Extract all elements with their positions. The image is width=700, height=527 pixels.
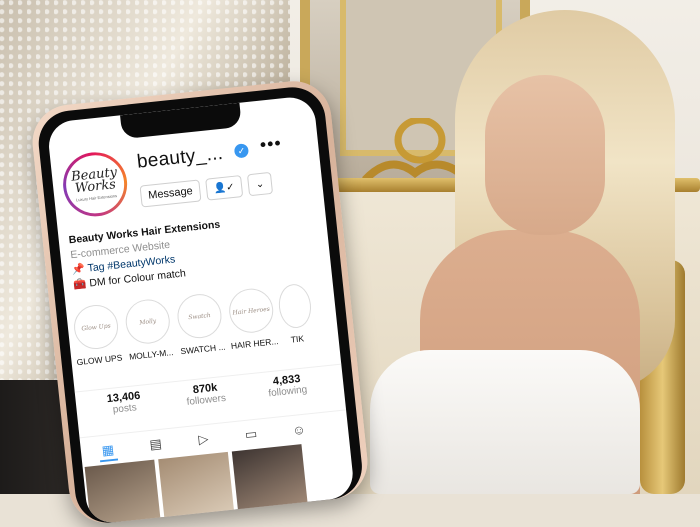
highlight-label: HAIR HER... [230,336,279,351]
highlight-cover: Molly [123,297,172,346]
highlight-tiktok[interactable]: TIK [276,282,314,346]
story-highlights: Glow Ups GLOW UPS Molly MOLLY-M... Swatc… [70,280,335,373]
highlight-cover [276,282,314,330]
highlight-cover-text: Glow Ups [81,321,112,333]
logo-wordmark: Beauty Works [70,164,118,196]
verified-badge-icon: ✓ [233,143,250,159]
highlight-glow-ups[interactable]: Glow Ups GLOW UPS [70,302,124,368]
grid-icon[interactable]: ▦ [98,440,119,463]
highlight-label: GLOW UPS [76,352,123,368]
suggested-dropdown-button[interactable]: ⌄ [246,171,274,197]
post-thumbnail[interactable] [231,444,310,525]
stat-following[interactable]: 4,833 following [246,370,328,401]
highlight-cover: Swatch [175,291,224,341]
igtv-icon[interactable]: ▭ [241,425,261,443]
stat-posts[interactable]: 13,406 posts [83,387,165,418]
post-thumbnail[interactable] [158,451,237,525]
profile-avatar[interactable]: Beauty Works Luxury Hair Extensions [59,149,131,220]
brand-logo: Beauty Works Luxury Hair Extensions [63,152,127,217]
model-face [485,75,605,235]
following-button[interactable]: 👤✓ [205,175,244,201]
reels-icon[interactable]: ▷ [194,431,214,449]
smartphone: Beauty Works Luxury Hair Extensions beau… [28,77,372,527]
highlight-cover: Glow Ups [71,302,121,352]
highlight-cover-text: Hair Heroes [232,305,271,317]
highlight-cover: Hair Heroes [227,286,276,335]
more-options-icon[interactable]: ••• [259,133,283,156]
guides-icon[interactable]: ▤ [146,436,166,454]
instagram-profile-screen: Beauty Works Luxury Hair Extensions beau… [46,95,356,525]
model-white-top [370,350,640,494]
tagged-icon[interactable]: ☺ [289,420,309,438]
highlight-cover-text: Swatch [187,311,212,321]
highlight-hair-heroes[interactable]: Hair Heroes HAIR HER... [225,286,279,351]
highlight-label: MOLLY-M... [128,347,174,362]
highlight-label: SWATCH ... [179,341,226,357]
highlight-label: TIK [290,333,305,345]
post-thumbnail[interactable] [84,459,163,525]
message-button[interactable]: Message [139,179,202,208]
highlight-cover-text: Molly [138,317,157,326]
profile-username: beauty_... [135,142,225,173]
highlight-molly[interactable]: Molly MOLLY-M... [122,297,176,362]
stat-followers[interactable]: 870k followers [165,379,247,410]
highlight-swatch[interactable]: Swatch SWATCH ... [173,291,227,357]
